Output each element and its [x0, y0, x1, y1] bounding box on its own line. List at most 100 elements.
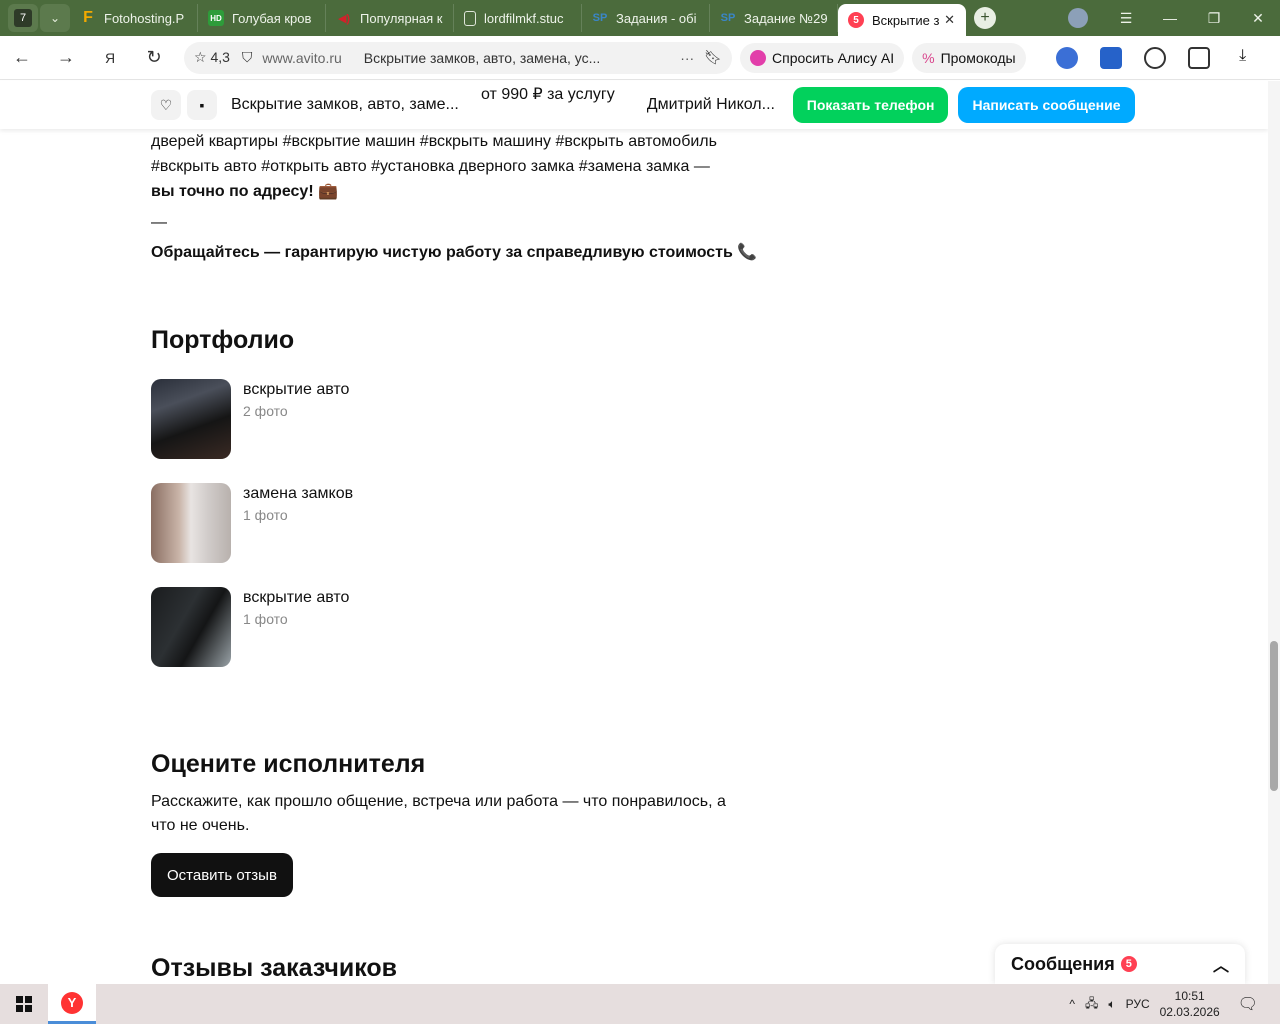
description-line: дверей квартиры #вскрытие машин #вскрыть… — [151, 133, 717, 150]
note-icon[interactable]: ▪ — [187, 90, 217, 120]
tab-label: lordfilmkf.stuc — [484, 10, 564, 26]
write-message-button[interactable]: Написать сообщение — [958, 87, 1135, 123]
portfolio-thumbnail[interactable] — [151, 587, 231, 667]
tab-5[interactable]: SP Задание №29 — [710, 4, 838, 32]
reviews-heading: Отзывы заказчиков — [151, 954, 398, 982]
chevron-up-icon[interactable]: ︿ — [1213, 952, 1229, 976]
favorite-heart-icon[interactable]: ♡ — [151, 90, 181, 120]
browser-tabbar: 7 ⌄ F Fotohosting.P HD Голубая кров ◀) Попу… — [0, 0, 1280, 36]
description-block: дверей квартиры #вскрытие машин #вскрыть… — [151, 129, 771, 262]
portfolio-item-name: вскрытие авто — [243, 381, 350, 398]
percent-icon: % — [922, 49, 935, 66]
sticky-seller-name[interactable]: Дмитрий Никол... — [647, 96, 777, 114]
sticky-title: Вскрытие замков, авто, заме... — [231, 96, 459, 113]
network-icon[interactable]: 🖧 — [1085, 994, 1098, 1015]
portfolio-heading: Портфолио — [151, 326, 295, 354]
portfolio-item[interactable]: вскрытие авто 2 фото — [151, 379, 349, 459]
portfolio-item-count: 1 фото — [243, 507, 288, 523]
portfolio-item-name: вскрытие авто — [243, 589, 350, 606]
page-title-in-omnibox: Вскрытие замков, авто, замена, ус... — [363, 49, 601, 66]
minimize-icon[interactable]: — — [1148, 10, 1192, 26]
tab-favicon-icon: F — [83, 9, 93, 26]
extension-translate-icon[interactable] — [1099, 46, 1122, 69]
windows-taskbar: Y ^ 🖧 🔈︎ РУС 10:51 02.03.2026 🗨︎ — [0, 984, 1280, 1024]
speaker-icon: ◀) — [337, 12, 351, 25]
system-tray: ^ 🖧 🔈︎ РУС 10:51 02.03.2026 🗨︎ — [1069, 988, 1280, 1020]
yandex-logo-icon[interactable]: Я — [88, 50, 132, 66]
tab-label: Задания - обі — [616, 10, 697, 26]
portfolio-item-count: 2 фото — [243, 403, 288, 419]
messages-count-badge: 5 — [1120, 956, 1137, 972]
tab-4[interactable]: SP Задания - обі — [582, 4, 710, 32]
alice-icon — [750, 49, 766, 66]
chevron-down-icon[interactable]: ⌄ — [40, 4, 70, 32]
bookmark-icon[interactable]: 🔖︎ — [704, 49, 722, 66]
more-dots-icon[interactable]: ··· — [680, 50, 694, 66]
scrollbar-thumb[interactable] — [1270, 641, 1278, 791]
video-play-icon[interactable] — [1143, 46, 1166, 69]
yandex-browser-taskbar-icon[interactable]: Y — [48, 984, 96, 1024]
tray-chevron-up-icon[interactable]: ^ — [1069, 997, 1075, 1011]
tab-favicon-icon: SP — [592, 12, 608, 24]
extension-globe-icon[interactable] — [1055, 46, 1078, 69]
ask-alice-button[interactable]: Спросить Алису AI — [740, 42, 905, 73]
url-domain: www.avito.ru — [262, 49, 342, 66]
clock-time: 10:51 — [1174, 989, 1205, 1003]
tab-0[interactable]: F Fotohosting.P — [70, 4, 198, 32]
site-rating-value: 4,3 — [210, 49, 230, 65]
shield-icon[interactable]: ⛉ — [242, 49, 253, 66]
back-arrow-icon[interactable]: ← — [0, 47, 44, 68]
collections-icon[interactable] — [1187, 46, 1210, 69]
portfolio-item[interactable]: замена замков 1 фото — [151, 483, 353, 563]
description-dash: — — [151, 214, 167, 231]
site-rating[interactable]: ☆ 4,3 — [194, 49, 230, 66]
portfolio-item[interactable]: вскрытие авто 1 фото — [151, 587, 349, 667]
tab-1[interactable]: HD Голубая кров — [198, 4, 326, 32]
tab-label: Вскрытие з — [872, 12, 940, 28]
new-tab-plus-icon[interactable]: + — [974, 7, 996, 29]
promo-codes-label: Промокоды — [940, 49, 1016, 66]
notifications-icon[interactable]: 🗨︎ — [1238, 994, 1258, 1014]
tab-favicon-icon: SP — [720, 12, 736, 24]
leave-review-button[interactable]: Оставить отзыв — [151, 853, 293, 897]
show-phone-button[interactable]: Показать телефон — [792, 87, 949, 123]
taskbar-clock[interactable]: 10:51 02.03.2026 — [1160, 988, 1220, 1020]
window-controls: ☰ — ❐ ✕ — [1068, 8, 1280, 28]
description-cta: Обращайтесь — гарантирую чистую работу з… — [151, 244, 758, 261]
tab-counter-button[interactable]: 7 — [8, 4, 38, 32]
page-scrollbar[interactable] — [1268, 81, 1280, 984]
reload-icon[interactable]: ↻ — [132, 47, 176, 68]
windows-start-icon[interactable] — [0, 984, 48, 1024]
rate-performer-heading: Оцените исполнителя — [151, 750, 426, 778]
messages-label: Сообщения — [1011, 953, 1115, 974]
menu-icon[interactable]: ☰ — [1104, 10, 1148, 27]
promo-codes-button[interactable]: % Промокоды — [912, 42, 1026, 73]
portfolio-item-count: 1 фото — [243, 611, 288, 627]
close-icon[interactable]: ✕ — [944, 12, 955, 28]
clock-date: 02.03.2026 — [1159, 1005, 1220, 1019]
description-line: вы точно по адресу! 💼 — [151, 183, 339, 200]
document-icon — [464, 10, 476, 26]
tab-label: Голубая кров — [232, 10, 312, 26]
tab-label: Fotohosting.P — [104, 10, 185, 26]
download-icon[interactable]: ⤓ — [1232, 47, 1254, 69]
ask-alice-label: Спросить Алису AI — [772, 49, 895, 66]
restore-icon[interactable]: ❐ — [1192, 10, 1236, 27]
volume-icon[interactable]: 🔈︎ — [1108, 997, 1115, 1012]
tab-badge: 5 — [848, 12, 864, 28]
portfolio-thumbnail[interactable] — [151, 379, 231, 459]
forward-arrow-icon[interactable]: → — [44, 47, 88, 68]
profile-avatar[interactable] — [1068, 8, 1088, 28]
portfolio-thumbnail[interactable] — [151, 483, 231, 563]
tab-3[interactable]: lordfilmkf.stuc — [454, 4, 582, 32]
tab-favicon-icon: HD — [208, 10, 224, 26]
tab-active[interactable]: 5 Вскрытие з ✕ — [838, 4, 966, 36]
omnibox[interactable]: ☆ 4,3 ⛉ www.avito.ru Вскрытие замков, ав… — [184, 41, 732, 74]
input-language[interactable]: РУС — [1126, 997, 1150, 1011]
sticky-item-header: ♡ ▪ Вскрытие замков, авто, заме... от 99… — [0, 81, 1268, 129]
messages-widget[interactable]: Сообщения 5 ︿ — [995, 944, 1245, 984]
portfolio-item-name: замена замков — [243, 485, 354, 502]
tab-2[interactable]: ◀) Популярная к — [326, 4, 454, 32]
rate-performer-text: Расскажите, как прошло общение, встреча … — [151, 793, 726, 834]
close-window-icon[interactable]: ✕ — [1236, 10, 1280, 27]
